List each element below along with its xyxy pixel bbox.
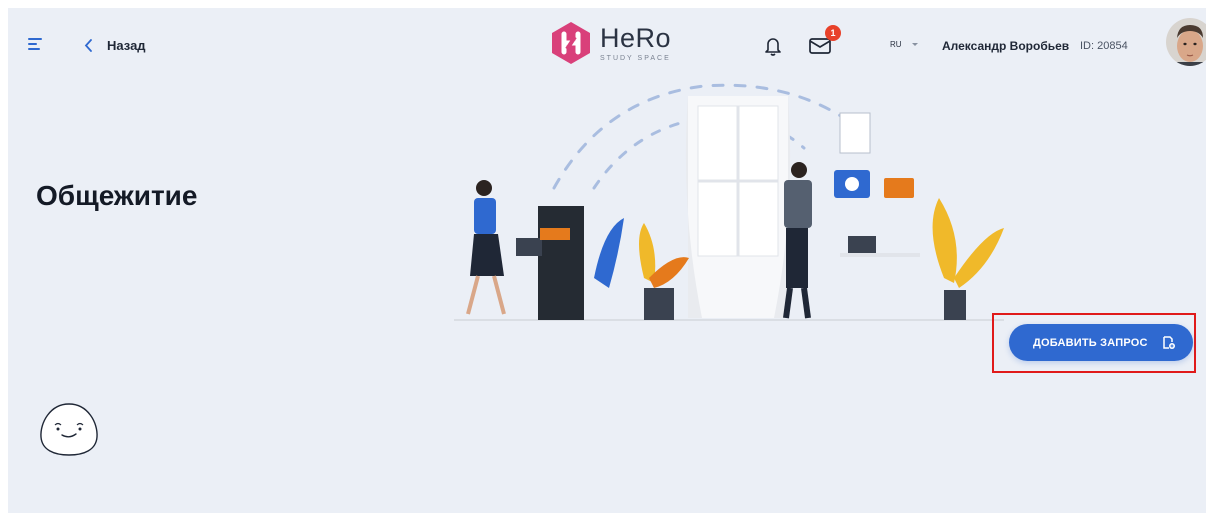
user-name: Александр Воробьев bbox=[942, 39, 1070, 53]
empty-face-icon bbox=[40, 403, 98, 456]
back-button[interactable]: Назад bbox=[84, 38, 146, 53]
language-label: RU bbox=[890, 40, 902, 49]
caret-down-icon bbox=[911, 43, 918, 46]
language-selector[interactable]: RU bbox=[890, 40, 918, 49]
add-request-button[interactable]: ДОБАВИТЬ ЗАПРОС bbox=[1009, 324, 1193, 361]
page-title: Общежитие bbox=[36, 180, 198, 211]
top-bar: Назад HeRo STUDY SPACE 1 RU Александр Во… bbox=[8, 8, 1206, 84]
mail-badge: 1 bbox=[825, 25, 841, 41]
logo-title: HeRo bbox=[600, 22, 672, 53]
add-request-label: ДОБАВИТЬ ЗАПРОС bbox=[1033, 336, 1148, 349]
app-window: Назад HeRo STUDY SPACE 1 RU Александр Во… bbox=[8, 8, 1206, 513]
add-document-icon bbox=[1163, 336, 1175, 349]
avatar[interactable] bbox=[1166, 18, 1206, 66]
back-label: Назад bbox=[107, 38, 146, 53]
bell-icon[interactable] bbox=[764, 36, 782, 56]
logo-subtitle: STUDY SPACE bbox=[600, 54, 671, 62]
menu-icon[interactable] bbox=[28, 38, 42, 50]
office-illustration bbox=[454, 83, 1004, 321]
logo-mark-icon bbox=[552, 22, 590, 64]
user-id: ID: 20854 bbox=[1080, 40, 1128, 52]
chevron-left-icon bbox=[84, 39, 92, 52]
logo[interactable]: HeRo STUDY SPACE bbox=[548, 20, 671, 66]
